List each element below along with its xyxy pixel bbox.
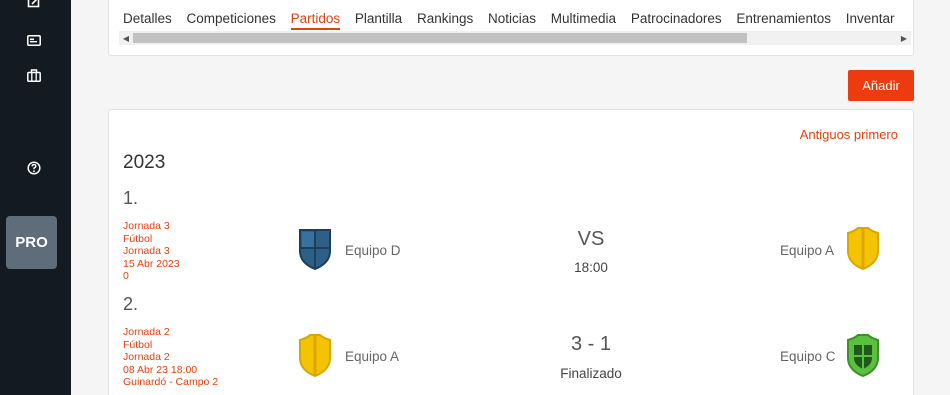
match-info: Jornada 2 Fútbol Jornada 2 08 Abr 23 18:… — [123, 326, 218, 389]
match-vs-label: VS — [577, 228, 605, 250]
team-shield-icon — [847, 227, 879, 271]
away-team-name[interactable]: Equipo C — [780, 349, 836, 364]
tab-partidos[interactable]: Partidos — [290, 11, 341, 30]
match-date: 08 Abr 23 18:00 — [123, 363, 198, 376]
edit-icon[interactable] — [26, 0, 42, 10]
match-sport: Fútbol — [123, 338, 153, 351]
match-number: 2. — [123, 294, 139, 314]
match-venue: Guinardó - Campo 2 — [123, 376, 219, 388]
tabs-row: Detalles Competiciones Partidos Plantill… — [123, 11, 906, 30]
billing-icon[interactable] — [26, 32, 42, 48]
team-shield-icon — [299, 229, 331, 271]
tab-inventario[interactable]: Inventar — [846, 11, 895, 28]
away-team-name[interactable]: Equipo A — [780, 243, 834, 258]
matches-list: Antiguos primero 2023 1. Jornada 3 Fútbo… — [108, 109, 914, 395]
pro-badge[interactable]: PRO — [6, 216, 57, 269]
home-team-name[interactable]: Equipo A — [345, 349, 399, 364]
briefcase-icon[interactable] — [26, 67, 42, 83]
tab-entrenamientos[interactable]: Entrenamientos — [736, 11, 831, 28]
tab-patrocinadores[interactable]: Patrocinadores — [631, 11, 722, 28]
scroll-thumb[interactable] — [133, 33, 747, 43]
match-score: 3 - 1 — [570, 333, 612, 355]
sidebar: PRO — [0, 0, 71, 395]
team-shield-icon — [847, 334, 879, 378]
match-status: Finalizado — [560, 366, 622, 381]
match-sport: Fútbol — [123, 232, 153, 245]
scroll-left-icon[interactable]: ◀ — [119, 31, 133, 45]
tabs-scrollbar[interactable]: ◀ ▶ — [119, 31, 911, 45]
match-time: 18:00 — [574, 260, 608, 275]
match-round-name: Jornada 2 — [123, 351, 170, 363]
help-icon[interactable] — [26, 160, 42, 176]
match-venue: 0 — [123, 270, 129, 282]
add-button[interactable]: Añadir — [848, 70, 914, 101]
tab-detalles[interactable]: Detalles — [123, 11, 172, 28]
tab-multimedia[interactable]: Multimedia — [551, 11, 616, 28]
match-round[interactable]: Jornada 3 — [123, 220, 180, 233]
sort-order-link[interactable]: Antiguos primero — [800, 127, 898, 142]
match-round[interactable]: Jornada 2 — [123, 326, 218, 339]
match-info: Jornada 3 Fútbol Jornada 3 15 Abr 2023 0 — [123, 220, 180, 283]
team-shield-icon — [299, 334, 331, 378]
home-team-name[interactable]: Equipo D — [345, 243, 401, 258]
tab-noticias[interactable]: Noticias — [488, 11, 536, 28]
tab-competiciones[interactable]: Competiciones — [187, 11, 276, 28]
tabs-bar: Detalles Competiciones Partidos Plantill… — [108, 0, 914, 56]
tab-rankings[interactable]: Rankings — [417, 11, 473, 28]
scroll-right-icon[interactable]: ▶ — [897, 31, 911, 45]
match-date: 15 Abr 2023 — [123, 257, 180, 270]
tab-plantilla[interactable]: Plantilla — [355, 11, 402, 28]
year-heading: 2023 — [123, 152, 166, 173]
match-number: 1. — [123, 188, 139, 208]
match-round-name: Jornada 3 — [123, 245, 170, 257]
